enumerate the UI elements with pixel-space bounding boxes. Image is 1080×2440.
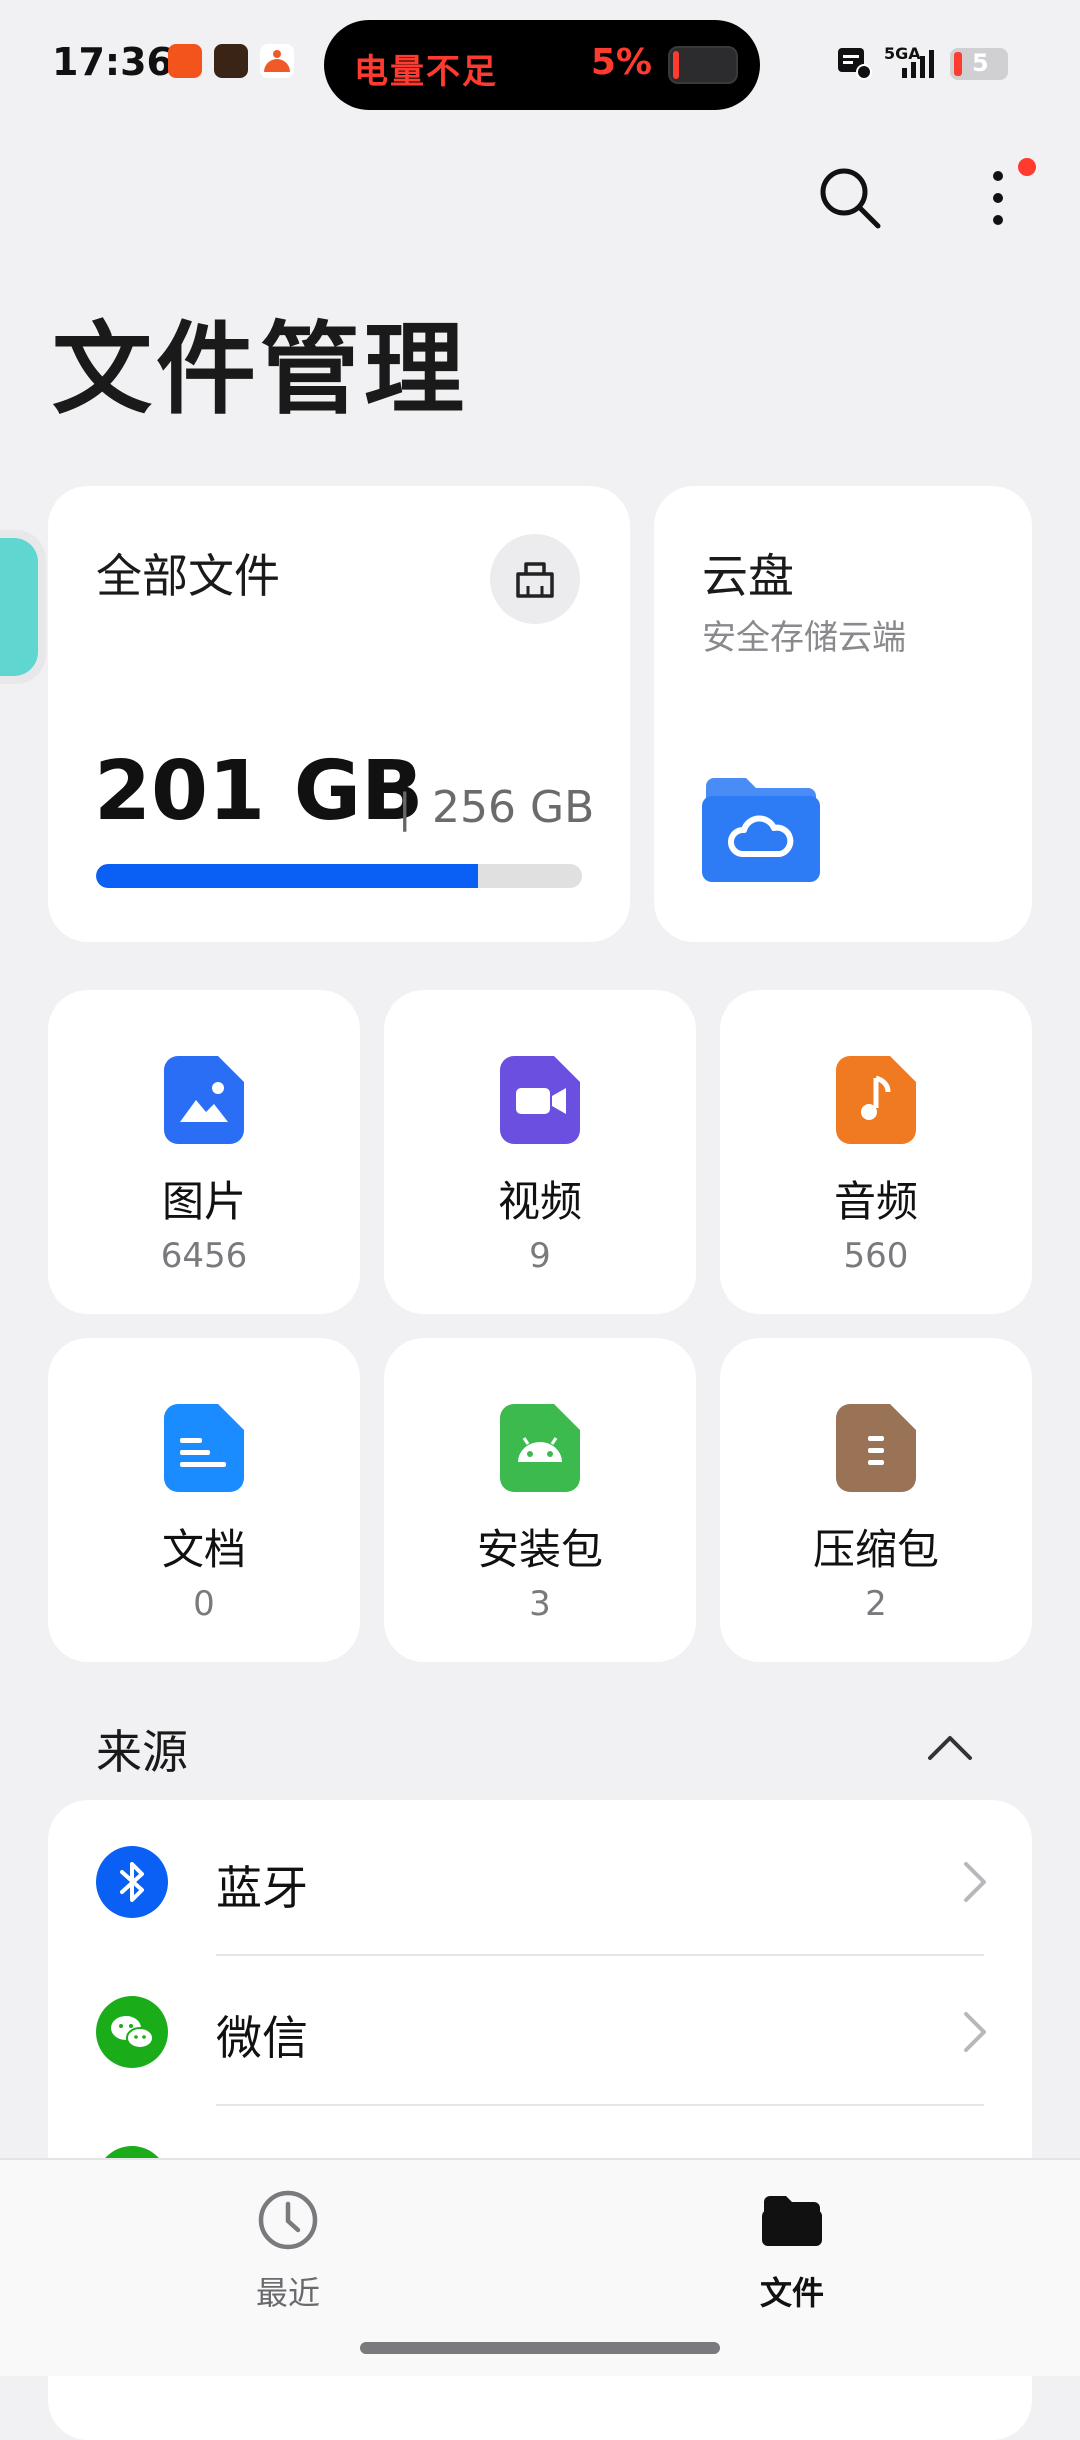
music-icon [836,1056,916,1144]
category-videos[interactable]: 视频 9 [384,990,696,1314]
chevron-right-icon [964,1862,986,1902]
source-item-bluetooth[interactable]: 蓝牙 [48,1806,1032,1956]
storage-separator: | [398,786,412,832]
status-bar: 17:36 电量不足 5% 5GA 5 [0,0,1080,120]
category-images[interactable]: 图片 6456 [48,990,360,1314]
all-files-label: 全部文件 [96,549,280,603]
signal-icon [902,50,934,78]
notification-dot [1018,158,1036,176]
broom-icon [516,562,554,598]
category-count: 560 [843,1236,909,1276]
category-label: 文档 [161,1525,246,1574]
search-button[interactable] [812,160,888,236]
battery-level-text: 5 [972,49,989,77]
battery-percent: 5% [590,42,652,83]
category-label: 视频 [497,1177,582,1226]
low-battery-text: 电量不足 [354,52,498,92]
floating-side-tab[interactable] [0,530,46,684]
cloud-title: 云盘 [702,549,794,603]
category-count: 2 [865,1584,887,1624]
image-icon [164,1056,244,1144]
source-label: 蓝牙 [216,1861,308,1915]
collapse-sources-button[interactable] [920,1722,980,1772]
storage-progress-bar [96,864,582,888]
status-time: 17:36 [52,40,173,84]
page-title: 文件管理 [52,311,468,428]
taobao-app-icon [168,44,202,78]
battery-level-bar [954,52,962,76]
category-count: 9 [529,1236,551,1276]
source-item-wechat[interactable]: 微信 [48,1956,1032,2106]
category-apk[interactable]: 安装包 3 [384,1338,696,1662]
app-notification-icon [214,44,248,78]
category-label: 音频 [833,1177,918,1226]
chevron-up-icon [928,1736,972,1760]
storage-used-value: 201 GB [94,744,424,839]
chevron-right-icon [964,2012,986,2052]
nav-label: 文件 [759,2274,824,2312]
category-documents[interactable]: 文档 0 [48,1338,360,1662]
cloud-folder-icon [702,778,820,882]
battery-low-icon [668,46,738,84]
storage-total-value: 256 GB [432,782,595,833]
floating-tab-handle [0,538,38,676]
category-archives[interactable]: 压缩包 2 [720,1338,1032,1662]
all-files-card[interactable]: 全部文件 201 GB | 256 GB [48,486,630,942]
source-label: 微信 [216,2011,308,2065]
cloud-drive-card[interactable]: 云盘 安全存储云端 [654,486,1032,942]
clean-storage-button[interactable] [490,534,580,624]
cloud-subtitle: 安全存储云端 [702,618,906,658]
search-icon [820,168,881,229]
home-indicator[interactable] [360,2342,720,2354]
low-battery-alert[interactable]: 电量不足 5% [324,20,760,110]
clock-icon [258,2190,318,2250]
app-notification-icon [260,44,294,78]
category-count: 0 [193,1584,215,1624]
nav-files[interactable]: 文件 [692,2188,892,2328]
category-audio[interactable]: 音频 560 [720,990,1032,1314]
category-count: 3 [529,1584,551,1624]
bluetooth-icon [96,1846,168,1918]
category-label: 压缩包 [812,1525,939,1574]
document-icon [164,1404,244,1492]
video-icon [500,1056,580,1144]
nav-recent[interactable]: 最近 [188,2188,388,2328]
category-label: 图片 [161,1177,246,1226]
category-label: 安装包 [476,1525,603,1574]
storage-progress-fill [96,864,478,888]
archive-icon [836,1404,916,1492]
nav-label: 最近 [255,2274,320,2312]
message-icon [838,48,872,80]
battery-icon: 5 [950,48,1008,80]
android-icon [500,1404,580,1492]
sources-header: 来源 [96,1725,188,1779]
category-count: 6456 [160,1236,248,1276]
wechat-icon [96,1996,168,2068]
folder-icon [762,2196,822,2246]
